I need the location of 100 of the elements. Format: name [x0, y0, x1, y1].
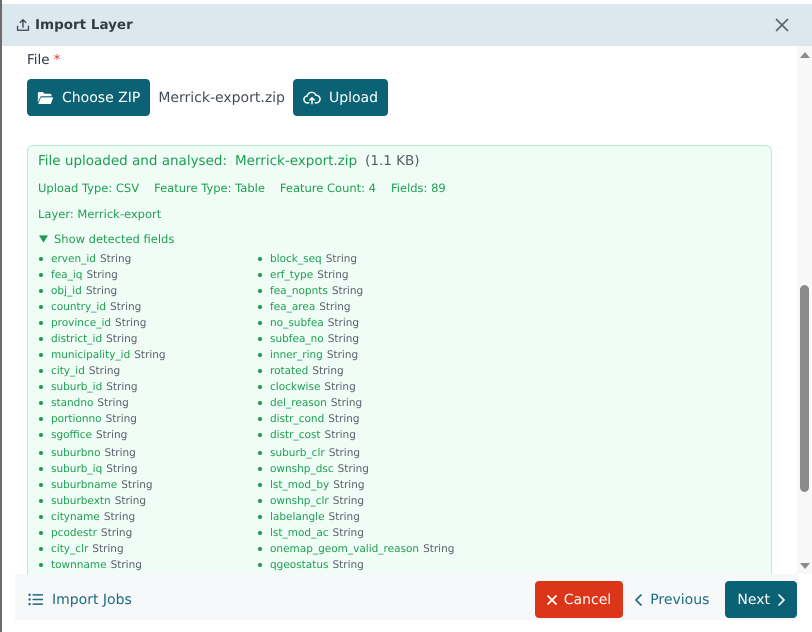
bullet-icon — [258, 257, 262, 261]
scrollbar-thumb[interactable] — [800, 285, 809, 492]
field-name: sgoffice — [51, 429, 92, 441]
field-name: ownshp_clr — [270, 495, 329, 507]
field-type: String — [330, 397, 362, 409]
bullet-icon — [258, 305, 262, 309]
upload-button[interactable]: Upload — [292, 79, 388, 116]
field-name: district_id — [51, 333, 102, 345]
field-name: townname — [51, 559, 107, 571]
field-type: String — [326, 253, 358, 265]
field-name: suburb_id — [51, 381, 102, 393]
bullet-icon — [39, 321, 43, 325]
field-name: onemap_geom_valid_reason — [270, 543, 420, 555]
field-type: String — [423, 543, 454, 555]
meta-text: Feature Count: 4 — [280, 181, 376, 195]
bullet-icon — [39, 305, 43, 309]
close-icon — [775, 18, 789, 32]
field-type: String — [106, 333, 138, 345]
field-name: clockwise — [270, 381, 320, 393]
field-type: String — [328, 511, 360, 523]
field-name: obj_id — [51, 285, 82, 297]
caret-down-icon — [39, 235, 48, 243]
bullet-icon — [258, 531, 262, 535]
field-name: inner_ring — [270, 349, 323, 361]
bullet-icon — [39, 483, 43, 487]
cancel-button[interactable]: Cancel — [534, 581, 624, 618]
field-type: String — [332, 559, 364, 571]
field-name: lst_mod_ac — [270, 527, 329, 539]
field-name: portionno — [51, 413, 102, 425]
required-mark: * — [54, 52, 60, 68]
show-fields-toggle[interactable]: Show detected fields — [38, 231, 174, 247]
field-name: distr_cond — [270, 413, 324, 425]
bullet-icon — [258, 515, 262, 519]
bullet-icon — [39, 289, 43, 293]
bullet-icon — [39, 547, 43, 551]
field-type: String — [328, 447, 360, 459]
bullet-icon — [258, 499, 262, 503]
field-type: String — [328, 333, 360, 345]
field-name: rotated — [270, 365, 308, 377]
bullet-icon — [39, 273, 43, 277]
field-type: String — [110, 559, 142, 571]
bullet-icon — [258, 547, 262, 551]
bullet-icon — [258, 337, 262, 341]
field-name: city_id — [51, 365, 85, 377]
cloud-upload-icon — [302, 90, 321, 104]
field-type: String — [134, 349, 166, 361]
choose-zip-button[interactable]: Choose ZIP — [27, 79, 150, 116]
field-type: String — [96, 429, 128, 441]
field-name: pcodestr — [51, 527, 97, 539]
meta-text: Upload Type: CSV — [38, 181, 140, 195]
field-type: String — [104, 447, 136, 459]
meta-text: Fields: 89 — [391, 181, 446, 195]
field-name: cityname — [51, 511, 100, 523]
bullet-icon — [39, 515, 43, 519]
field-name: del_reason — [270, 397, 327, 409]
bullet-icon — [258, 433, 262, 437]
bullet-icon — [258, 385, 262, 389]
bullet-icon — [258, 273, 262, 277]
next-button[interactable]: Next — [725, 581, 797, 618]
bullet-icon — [258, 467, 262, 471]
field-name: suburbname — [51, 479, 118, 491]
field-type: String — [88, 365, 120, 377]
field-name: country_id — [51, 301, 106, 313]
field-name: standno — [51, 397, 94, 409]
bullet-icon — [258, 483, 262, 487]
bullet-icon — [258, 353, 262, 357]
bullet-icon — [39, 353, 43, 357]
close-icon — [546, 594, 557, 604]
scroll-up-icon[interactable] — [800, 52, 810, 58]
import-jobs-link[interactable]: Import Jobs — [28, 581, 132, 618]
bullet-icon — [258, 401, 262, 405]
scroll-down-icon[interactable] — [800, 563, 810, 569]
field-type: String — [324, 429, 356, 441]
field-type: String — [106, 381, 138, 393]
bullet-icon — [39, 531, 43, 535]
bullet-icon — [258, 321, 262, 325]
bullet-icon — [39, 257, 43, 261]
bullet-icon — [258, 451, 262, 455]
meta-text: Feature Type: Table — [154, 181, 265, 195]
bullet-icon — [39, 337, 43, 341]
bullet-icon — [258, 563, 262, 567]
field-type: String — [104, 511, 136, 523]
file-name: Merrick-export.zip — [158, 90, 285, 106]
previous-button[interactable]: Previous — [631, 581, 714, 618]
field-name: suburb_iq — [51, 463, 102, 475]
field-type: String — [326, 349, 358, 361]
field-type: String — [121, 479, 153, 491]
field-name: lst_mod_by — [270, 479, 330, 491]
field-name: suburbextn — [51, 495, 111, 507]
folder-icon — [37, 90, 54, 104]
field-name: erven_id — [51, 253, 96, 265]
field-type: String — [100, 527, 132, 539]
bullet-icon — [39, 451, 43, 455]
field-name: suburbno — [51, 447, 101, 459]
field-name: ownshp_dsc — [270, 463, 334, 475]
field-type: String — [338, 463, 369, 475]
field-type: String — [317, 269, 349, 281]
field-type: String — [114, 495, 146, 507]
chevron-left-icon — [635, 594, 642, 606]
field-type: String — [328, 317, 360, 329]
